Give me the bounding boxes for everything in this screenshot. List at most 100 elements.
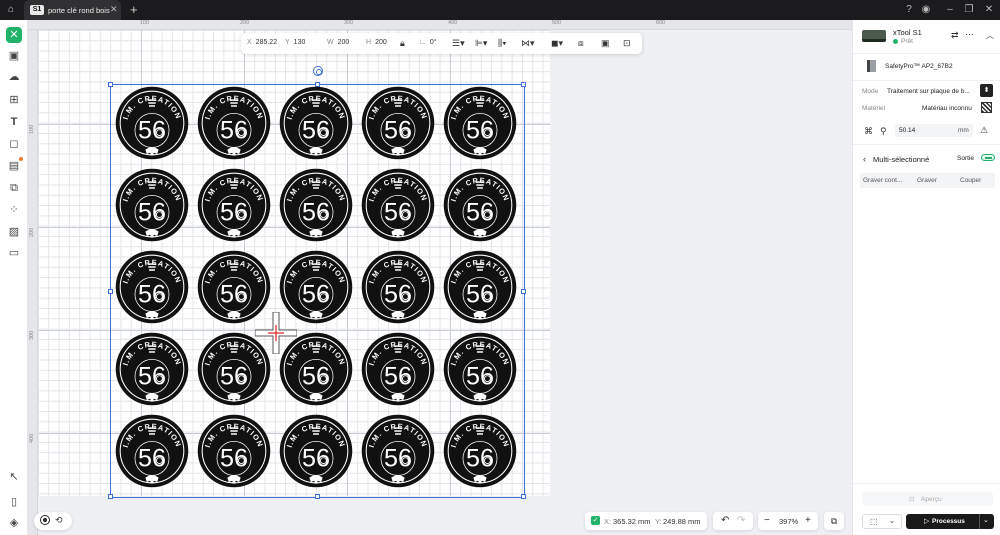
coord-y-label: Y: <box>655 517 662 526</box>
select-tool-icon[interactable]: ↖ <box>6 469 22 485</box>
zoom-out-icon[interactable]: − <box>764 515 770 526</box>
folder-icon[interactable]: ▭ <box>6 245 22 261</box>
frame-icon: ⬚ <box>870 517 878 526</box>
new-tab-button[interactable]: + <box>130 2 138 17</box>
duplicate-icon[interactable]: ⧉ <box>824 512 844 530</box>
mode-value[interactable]: Traitement sur plaque de b... <box>887 88 970 95</box>
y-field[interactable]: Y 130 <box>285 39 305 46</box>
keychain-badge[interactable]: I.M. CREATION56 <box>443 414 517 488</box>
preview-button[interactable]: ⊡ Aperçu <box>862 492 993 506</box>
keychain-badge[interactable]: I.M. CREATION56 <box>279 86 353 160</box>
history-icon[interactable]: ⟲ <box>55 515 63 526</box>
back-icon[interactable]: ‹ <box>863 154 866 164</box>
zoom-in-icon[interactable]: + <box>805 515 811 526</box>
column-cut[interactable]: Couper <box>960 177 981 184</box>
rotation-field[interactable]: ∟ 0° <box>419 39 437 46</box>
process-dropdown-icon[interactable]: ⌄ <box>983 516 989 524</box>
mode-icon[interactable]: ⬍ <box>980 84 993 97</box>
keychain-badge[interactable]: I.M. CREATION56 <box>443 250 517 324</box>
height-field[interactable]: H 200 <box>366 39 387 46</box>
resize-handle[interactable] <box>108 289 113 294</box>
home-icon[interactable]: ⌂ <box>5 4 17 16</box>
keychain-badge[interactable]: I.M. CREATION56 <box>443 168 517 242</box>
app-logo-icon[interactable]: ✕ <box>6 27 22 43</box>
keychain-badge[interactable]: I.M. CREATION56 <box>279 168 353 242</box>
keychain-badge[interactable]: I.M. CREATION56 <box>115 168 189 242</box>
align-left-icon[interactable]: ⊫▾ <box>475 38 487 49</box>
ruler-tick: 400 <box>29 433 35 443</box>
x-field[interactable]: X 285.22 <box>247 39 277 46</box>
chevron-down-icon: ⌄ <box>889 518 895 525</box>
collapse-icon[interactable]: ︿ <box>986 30 994 41</box>
layers-icon[interactable]: ⧉ <box>6 180 22 196</box>
target-icon[interactable] <box>41 516 49 524</box>
spacing-icon[interactable]: ⋈▾ <box>521 38 535 49</box>
autofocus-icon[interactable]: ⚲ <box>880 126 887 137</box>
cloud-icon[interactable]: ☁ <box>6 69 22 85</box>
document-tab[interactable]: S1 porte clé rond bois ✕ <box>24 0 121 20</box>
add-shape-icon[interactable]: ⊞ <box>6 92 22 108</box>
process-label: Processus <box>932 518 965 525</box>
device-name[interactable]: xTool S1 <box>893 28 922 37</box>
keychain-badge[interactable]: I.M. CREATION56 <box>115 414 189 488</box>
combine-icon[interactable]: ◼▾ <box>551 38 563 49</box>
stack-icon[interactable]: ◈ <box>6 515 22 531</box>
ruler-tick: 100 <box>29 124 35 134</box>
thickness-field[interactable]: 50.14 mm <box>895 124 973 137</box>
ai-image-icon[interactable]: ▨ <box>6 224 22 240</box>
snap-checkbox[interactable]: ✓ <box>591 516 600 525</box>
output-toggle[interactable] <box>981 154 995 161</box>
distribute-icon[interactable]: ⫼▾ <box>498 38 507 49</box>
fit-icon[interactable]: ⊡ <box>623 38 631 49</box>
design-canvas[interactable]: X 285.22 Y 130 W 200 H 200 🔒︎ ∟ 0° ☰▾ ⊫▾ ⫼▾ ⋈… <box>38 30 852 535</box>
keychain-badge[interactable]: I.M. CREATION56 <box>361 332 435 406</box>
width-field[interactable]: W 200 <box>327 39 349 46</box>
connect-icon[interactable]: ⇄ <box>951 30 959 41</box>
resize-handle[interactable] <box>108 82 113 87</box>
redo-icon[interactable]: ↷ <box>737 515 745 526</box>
column-engrave-contour[interactable]: Graver cont... <box>863 177 902 184</box>
process-button[interactable]: ▷ Processus ⌄ <box>906 514 994 529</box>
measure-icon[interactable]: ⚠ <box>980 125 988 136</box>
keychain-badge[interactable]: I.M. CREATION56 <box>115 250 189 324</box>
keychain-badge[interactable]: I.M. CREATION56 <box>443 332 517 406</box>
zoom-level[interactable]: 397% <box>779 517 798 526</box>
keychain-badge[interactable]: I.M. CREATION56 <box>361 168 435 242</box>
keychain-badge[interactable]: I.M. CREATION56 <box>361 250 435 324</box>
file-icon[interactable]: ▯ <box>6 494 22 510</box>
save-icon[interactable]: ▣ <box>6 48 22 64</box>
keychain-badge[interactable]: I.M. CREATION56 <box>197 86 271 160</box>
resize-handle[interactable] <box>108 494 113 499</box>
lock-ratio-icon[interactable]: 🔒︎ <box>400 38 405 49</box>
keychain-badge[interactable]: I.M. CREATION56 <box>197 168 271 242</box>
apps-icon[interactable]: ⁘ <box>6 202 22 218</box>
text-tool-icon[interactable]: T <box>6 114 22 130</box>
shape-tool-icon[interactable]: ◻ <box>6 136 22 152</box>
keychain-badge[interactable]: I.M. CREATION56 <box>279 414 353 488</box>
undo-icon[interactable]: ↶ <box>721 515 729 526</box>
align-icon[interactable]: ☰▾ <box>452 38 465 49</box>
keychain-badge[interactable]: I.M. CREATION56 <box>443 86 517 160</box>
rotate-handle[interactable] <box>313 66 323 76</box>
keychain-badge[interactable]: I.M. CREATION56 <box>115 86 189 160</box>
template-icon[interactable]: ▤ <box>6 157 23 174</box>
minimize-icon[interactable]: – <box>943 3 957 17</box>
material-texture-icon[interactable] <box>981 102 992 113</box>
maximize-icon[interactable]: ❐ <box>962 3 976 17</box>
group-icon[interactable]: ⧈ <box>578 38 584 49</box>
keychain-badge[interactable]: I.M. CREATION56 <box>197 414 271 488</box>
window-close-icon[interactable]: ✕ <box>982 3 996 17</box>
more-icon[interactable]: ⋯ <box>965 29 974 40</box>
frame-mode-select[interactable]: ⬚ ⌄ <box>862 514 902 529</box>
help-icon[interactable]: ? <box>902 3 916 17</box>
thickness-value: 50.14 <box>899 127 916 134</box>
column-engrave[interactable]: Graver <box>917 177 937 184</box>
keychain-badge[interactable]: I.M. CREATION56 <box>361 414 435 488</box>
frame-icon[interactable]: ▣ <box>601 38 610 49</box>
keychain-badge[interactable]: I.M. CREATION56 <box>361 86 435 160</box>
material-value[interactable]: Matériau inconnu <box>922 105 972 112</box>
keychain-badge[interactable]: I.M. CREATION56 <box>115 332 189 406</box>
account-icon[interactable]: ◉ <box>919 3 933 17</box>
material-label: Matériel <box>862 105 886 112</box>
tab-close-icon[interactable]: ✕ <box>110 4 118 15</box>
